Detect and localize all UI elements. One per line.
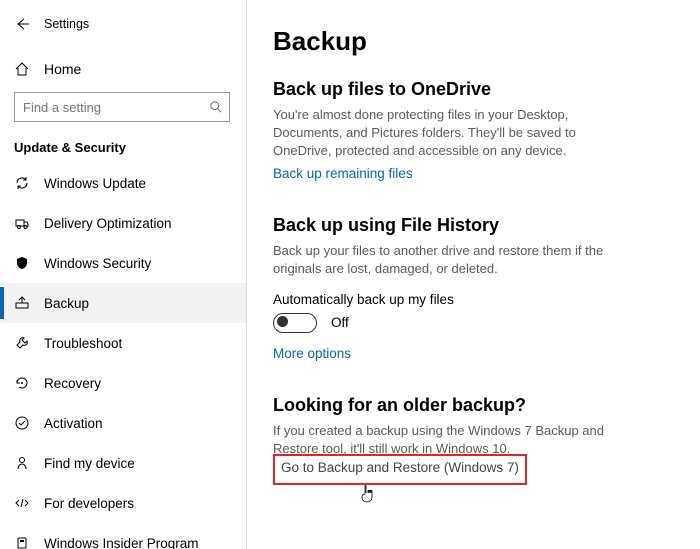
sidebar-item-label: Windows Update [44, 176, 146, 191]
older-backup-heading: Looking for an older backup? [273, 395, 633, 416]
filehistory-heading: Back up using File History [273, 215, 633, 236]
older-backup-desc: If you created a backup using the Window… [273, 422, 633, 458]
sidebar-item-find-my-device[interactable]: Find my device [0, 443, 246, 483]
sidebar-item-label: Delivery Optimization [44, 216, 172, 231]
recovery-icon [14, 375, 30, 391]
activation-icon [14, 415, 30, 431]
section-title: Update & Security [0, 122, 246, 163]
onedrive-heading: Back up files to OneDrive [273, 79, 633, 100]
auto-backup-toggle[interactable] [273, 313, 317, 333]
sidebar-item-label: Find my device [44, 456, 135, 471]
search-input[interactable] [14, 92, 230, 122]
troubleshoot-icon [14, 335, 30, 351]
home-icon [14, 61, 30, 77]
nav-list: Windows Update Delivery Optimization Win… [0, 163, 246, 549]
cursor-icon [359, 484, 375, 504]
sidebar-item-label: Activation [44, 416, 103, 431]
main-content: Backup Back up files to OneDrive You're … [247, 0, 700, 549]
goto-backup-restore-link[interactable]: Go to Backup and Restore (Windows 7) [281, 460, 519, 475]
shield-icon [14, 255, 30, 271]
sidebar-item-label: Backup [44, 296, 89, 311]
sidebar-item-windows-update[interactable]: Windows Update [0, 163, 246, 203]
delivery-icon [14, 215, 30, 231]
sidebar-item-backup[interactable]: Backup [0, 283, 246, 323]
page-title: Backup [273, 26, 674, 57]
sidebar-item-windows-security[interactable]: Windows Security [0, 243, 246, 283]
sync-icon [14, 175, 30, 191]
sidebar: Settings Home Update & Security [0, 0, 247, 549]
search-icon [209, 100, 223, 114]
sidebar-item-activation[interactable]: Activation [0, 403, 246, 443]
sidebar-item-label: Windows Insider Program [44, 536, 199, 549]
onedrive-desc: You're almost done protecting files in y… [273, 106, 633, 161]
toggle-state: Off [331, 315, 349, 330]
sidebar-item-label: Troubleshoot [44, 336, 122, 351]
auto-backup-label: Automatically back up my files [273, 292, 633, 307]
sidebar-item-label: Windows Security [44, 256, 151, 271]
highlight-box: Go to Backup and Restore (Windows 7) [273, 454, 527, 485]
insider-icon [14, 535, 30, 549]
sidebar-item-delivery-optimization[interactable]: Delivery Optimization [0, 203, 246, 243]
more-options-link[interactable]: More options [273, 346, 351, 361]
developers-icon [14, 495, 30, 511]
backup-remaining-link[interactable]: Back up remaining files [273, 166, 413, 181]
sidebar-item-recovery[interactable]: Recovery [0, 363, 246, 403]
back-icon[interactable] [14, 16, 30, 32]
sidebar-item-label: For developers [44, 496, 134, 511]
find-device-icon [14, 455, 30, 471]
sidebar-item-label: Recovery [44, 376, 101, 391]
sidebar-item-for-developers[interactable]: For developers [0, 483, 246, 523]
home-label: Home [44, 61, 81, 77]
sidebar-item-troubleshoot[interactable]: Troubleshoot [0, 323, 246, 363]
window-title: Settings [44, 17, 89, 31]
home-nav[interactable]: Home [14, 50, 232, 88]
sidebar-item-windows-insider[interactable]: Windows Insider Program [0, 523, 246, 549]
backup-icon [14, 295, 30, 311]
filehistory-desc: Back up your files to another drive and … [273, 242, 633, 278]
